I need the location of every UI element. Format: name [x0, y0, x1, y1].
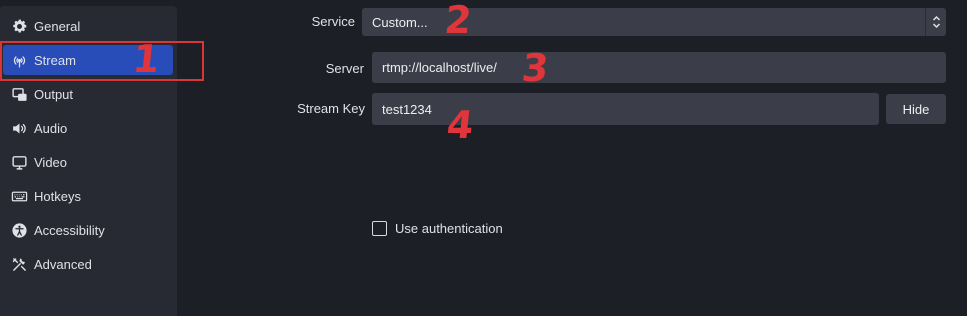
sidebar-item-label: Accessibility: [34, 222, 105, 238]
accessibility-icon: [10, 221, 28, 239]
keyboard-icon: [10, 187, 28, 205]
stream-key-label: Stream Key: [297, 101, 365, 116]
annotation-number: 4: [444, 103, 476, 147]
use-authentication-label: Use authentication: [395, 221, 503, 236]
annotation-number: 3: [519, 46, 551, 90]
sidebar-item-accessibility[interactable]: Accessibility: [3, 215, 173, 245]
sidebar-item-label: General: [34, 18, 81, 34]
sidebar-item-label: Stream: [34, 52, 76, 68]
server-label: Server: [325, 61, 364, 76]
monitor-icon: [10, 153, 28, 171]
service-label: Service: [311, 14, 355, 29]
server-input-value: rtmp://localhost/live/: [382, 60, 497, 75]
service-select-value: Custom...: [372, 14, 428, 30]
annotation-number: 2: [442, 0, 474, 42]
chevron-updown-icon: [925, 8, 946, 36]
tools-icon: [10, 255, 28, 273]
hide-button[interactable]: Hide: [886, 94, 946, 124]
speaker-icon: [10, 119, 28, 137]
sidebar-item-label: Advanced: [34, 256, 92, 272]
server-input[interactable]: rtmp://localhost/live/: [372, 52, 946, 83]
sidebar-item-label: Hotkeys: [34, 188, 81, 204]
output-icon: [10, 85, 28, 103]
gear-icon: [10, 17, 28, 35]
sidebar-item-label: Output: [34, 86, 74, 102]
antenna-icon: [10, 51, 28, 69]
sidebar-item-label: Audio: [34, 120, 68, 136]
sidebar-item-advanced[interactable]: Advanced: [3, 249, 173, 279]
stream-key-input-value: test1234: [382, 101, 432, 117]
sidebar-item-label: Video: [34, 154, 68, 170]
sidebar-item-hotkeys[interactable]: Hotkeys: [3, 181, 173, 211]
use-authentication-row[interactable]: Use authentication: [372, 221, 503, 236]
annotation-number: 1: [130, 37, 162, 81]
sidebar-item-video[interactable]: Video: [3, 147, 173, 177]
use-authentication-checkbox[interactable]: [372, 221, 387, 236]
sidebar-item-audio[interactable]: Audio: [3, 113, 173, 143]
sidebar-item-output[interactable]: Output: [3, 79, 173, 109]
